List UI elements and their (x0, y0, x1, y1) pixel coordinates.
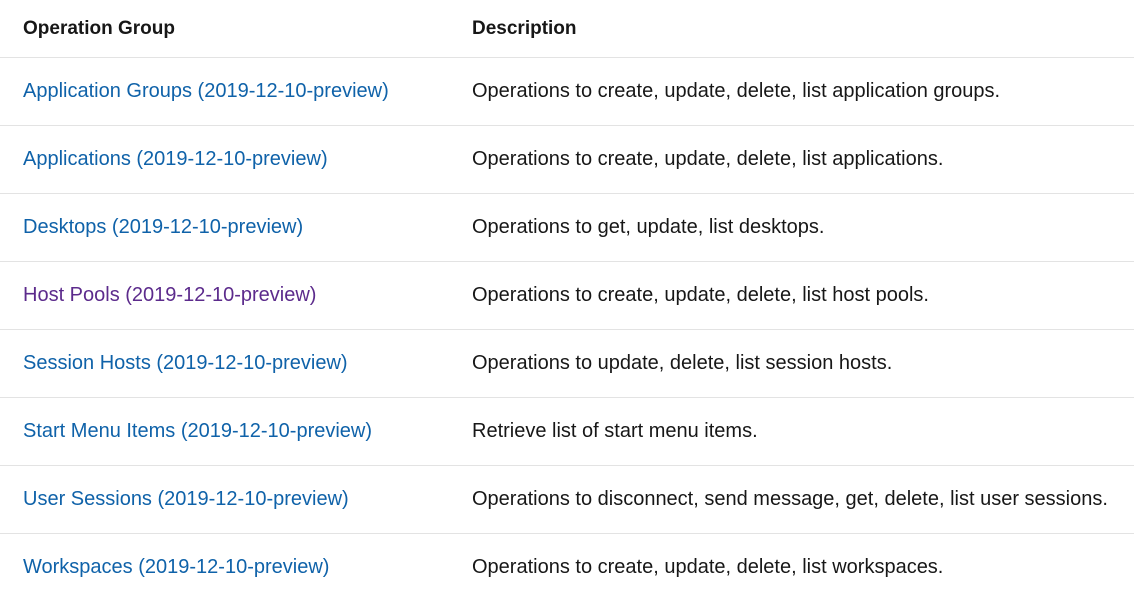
table-row: Host Pools (2019-12-10-preview) Operatio… (0, 261, 1134, 330)
operation-group-cell: Start Menu Items (2019-12-10-preview) (0, 397, 449, 466)
operation-group-link[interactable]: Desktops (2019-12-10-preview) (23, 216, 303, 238)
description-cell: Operations to create, update, delete, li… (472, 556, 944, 578)
description-cell: Operations to create, update, delete, li… (449, 261, 1134, 330)
operation-group-link[interactable]: Applications (2019-12-10-preview) (23, 148, 328, 170)
operation-group-header: Operation Group (0, 0, 449, 58)
operation-group-cell: Desktops (2019-12-10-preview) (0, 193, 449, 262)
table-row: Applications (2019-12-10-preview) Operat… (0, 125, 1134, 194)
operation-group-cell: Workspaces (2019-12-10-preview) (0, 534, 449, 602)
operation-groups-table-container: Operation Group Description Application … (0, 0, 1134, 601)
description-header: Description (449, 0, 1134, 58)
operation-group-link[interactable]: Host Pools (2019-12-10-preview) (23, 284, 316, 306)
table-row: Workspaces (2019-12-10-preview) Operatio… (0, 534, 1134, 602)
header-row: Operation Group Description (0, 0, 1134, 58)
description-cell: Operations to disconnect, send message, … (449, 465, 1134, 534)
description-cell: Operations to get, update, list desktops… (449, 193, 1134, 262)
table-row: Start Menu Items (2019-12-10-preview) Re… (0, 397, 1134, 466)
description-cell: Operations to create, update, delete, li… (449, 125, 1134, 194)
operation-group-cell: Applications (2019-12-10-preview) (0, 125, 449, 194)
operation-group-link[interactable]: User Sessions (2019-12-10-preview) (23, 488, 349, 510)
description-cell: Retrieve list of start menu items. (449, 397, 1134, 466)
operation-group-link[interactable]: Workspaces (2019-12-10-preview) (23, 556, 329, 578)
description-cell: Operations to update, delete, list sessi… (449, 329, 1134, 398)
operation-group-link[interactable]: Session Hosts (2019-12-10-preview) (23, 352, 348, 374)
table-row: Session Hosts (2019-12-10-preview) Opera… (0, 329, 1134, 398)
operation-group-cell: Session Hosts (2019-12-10-preview) (0, 329, 449, 398)
operation-group-cell: Host Pools (2019-12-10-preview) (0, 261, 449, 330)
table-row: User Sessions (2019-12-10-preview) Opera… (0, 465, 1134, 534)
table-header: Operation Group Description (0, 0, 1134, 58)
table-row: Desktops (2019-12-10-preview) Operations… (0, 193, 1134, 262)
operation-groups-table: Operation Group Description Application … (0, 0, 1134, 601)
table-row: Application Groups (2019-12-10-preview) … (0, 57, 1134, 126)
table-body: Application Groups (2019-12-10-preview) … (0, 57, 1134, 602)
operation-group-cell: Application Groups (2019-12-10-preview) (0, 57, 449, 126)
description-cell: Operations to create, update, delete, li… (449, 57, 1134, 126)
operation-group-link[interactable]: Start Menu Items (2019-12-10-preview) (23, 420, 372, 442)
operation-group-cell: User Sessions (2019-12-10-preview) (0, 465, 449, 534)
operation-group-link[interactable]: Application Groups (2019-12-10-preview) (23, 80, 389, 102)
